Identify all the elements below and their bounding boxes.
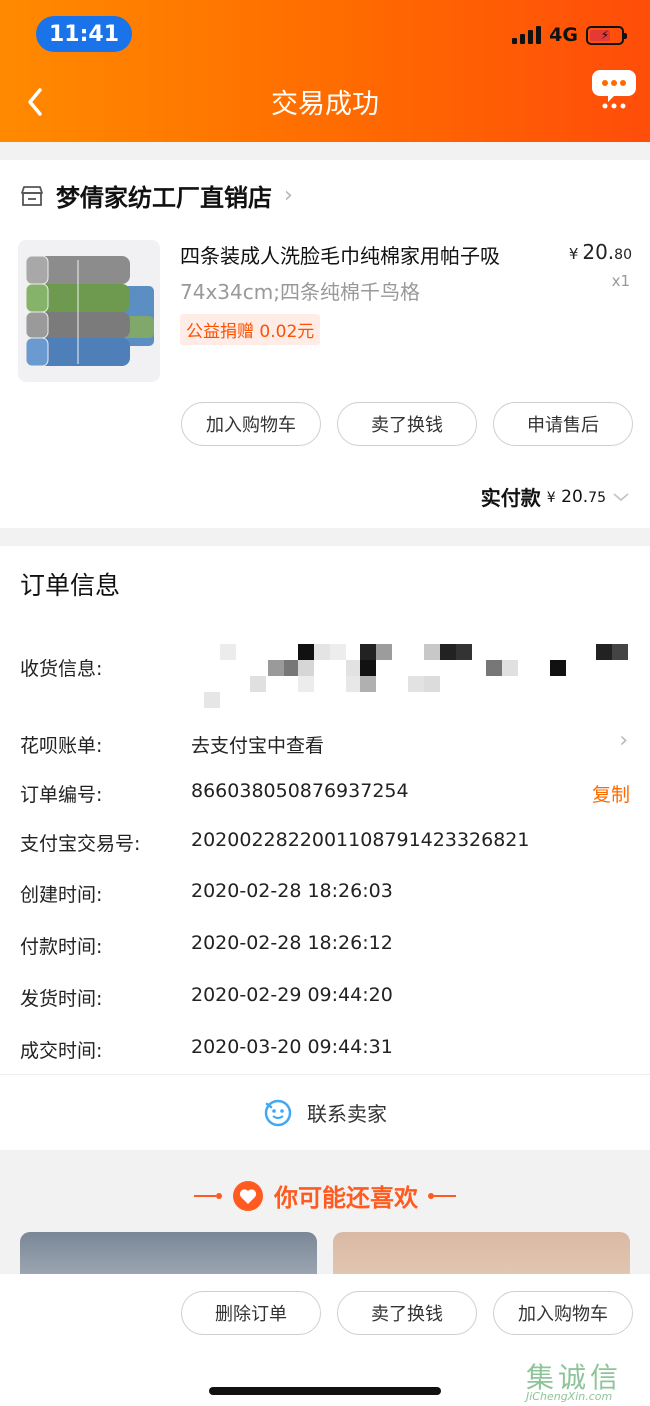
signal-icon [512,26,542,44]
status-icons: 4G ⚡ [512,24,627,46]
chevron-down-icon [613,492,629,501]
huabei-label: 花呗账单: [20,735,103,757]
recommend-header: 你可能还喜欢 [0,1178,650,1213]
paid-time-label: 付款时间: [20,936,103,958]
order-info-title: 订单信息 [20,571,121,600]
chevron-right-icon: › [284,183,293,208]
created-label: 创建时间: [20,884,103,906]
alipay-no-label: 支付宝交易号: [20,833,141,855]
heart-icon [233,1180,263,1211]
created-value: 2020-02-28 18:26:03 [191,880,393,902]
header-bar: 11:41 4G ⚡ 交易成功 [0,0,650,142]
contact-seller-button[interactable]: 联系卖家 [0,1074,650,1150]
watermark-sub: JiChengXin.com [526,1390,613,1403]
paid-label: 实付款 [480,486,541,510]
product-spec: 74x34cm;四条纯棉千鸟格 [180,280,420,304]
towel-image [25,255,154,367]
product-title[interactable]: 四条装成人洗脸毛巾纯棉家用帕子吸 [180,240,500,269]
copy-button[interactable]: 复制 [592,780,630,807]
resell-button[interactable]: 卖了换钱 [337,402,477,446]
paid-amount-row[interactable]: 实付款 ¥ 20.75 [481,482,630,511]
add-to-cart-button[interactable]: 加入购物车 [181,402,321,446]
battery-icon: ⚡ [586,25,627,45]
charity-badge: 公益捐赠 0.02元 [180,314,321,345]
product-thumbnail[interactable] [18,240,160,382]
smiley-chat-icon [264,1099,292,1126]
product-price: ¥20.80 [569,240,632,264]
product-qty: x1 [611,272,630,290]
recommend-title: 你可能还喜欢 [274,1184,418,1212]
paid-dec: 75 [588,489,606,506]
resell-button-bottom[interactable]: 卖了换钱 [337,1291,477,1335]
decor-left [194,1192,222,1199]
contact-seller-label: 联系卖家 [307,1102,387,1126]
home-indicator[interactable] [209,1387,441,1395]
order-no-value: 866038050876937254 [191,780,409,802]
paid-time-value: 2020-02-28 18:26:12 [191,932,393,954]
order-product-card: 梦倩家纺工厂直销店 › 四条装成人洗脸毛巾纯棉家用帕子吸 74x34cm;四条纯… [0,160,650,528]
store-icon [21,185,43,206]
done-label: 成交时间: [20,1040,103,1062]
order-info-section: 订单信息 收货信息: 花呗账单: 去支付宝中查看 › 订单编号: 8660380… [0,546,650,1074]
after-sale-button[interactable]: 申请售后 [493,402,633,446]
paid-currency: ¥ [546,489,556,506]
watermark-logo: 集诚信 JiChengXin.com [526,1356,644,1404]
price-currency: ¥ [568,245,579,263]
chat-bubble-icon[interactable] [592,66,636,110]
store-link[interactable]: 梦倩家纺工厂直销店 › [20,178,293,213]
paid-amount: ¥ 20.75 [547,487,606,507]
done-value: 2020-03-20 09:44:31 [191,1036,393,1058]
network-label: 4G [549,24,578,46]
store-name: 梦倩家纺工厂直销店 [56,184,272,212]
price-int: 20. [582,240,615,264]
shipped-value: 2020-02-29 09:44:20 [191,984,393,1006]
price-dec: 80 [614,247,632,263]
alipay-no-value: 2020022822001108791423326821 [191,829,530,851]
status-time: 11:41 [36,16,132,52]
receive-label: 收货信息: [20,658,103,680]
page-title: 交易成功 [271,89,379,120]
chevron-right-icon: › [619,728,628,753]
add-to-cart-button-bottom[interactable]: 加入购物车 [493,1291,633,1335]
delete-order-button[interactable]: 删除订单 [181,1291,321,1335]
huabei-link[interactable]: 去支付宝中查看 [191,731,324,758]
order-no-label: 订单编号: [20,784,103,806]
decor-right [428,1192,456,1199]
shipped-label: 发货时间: [20,988,103,1010]
paid-int: 20. [561,486,589,507]
